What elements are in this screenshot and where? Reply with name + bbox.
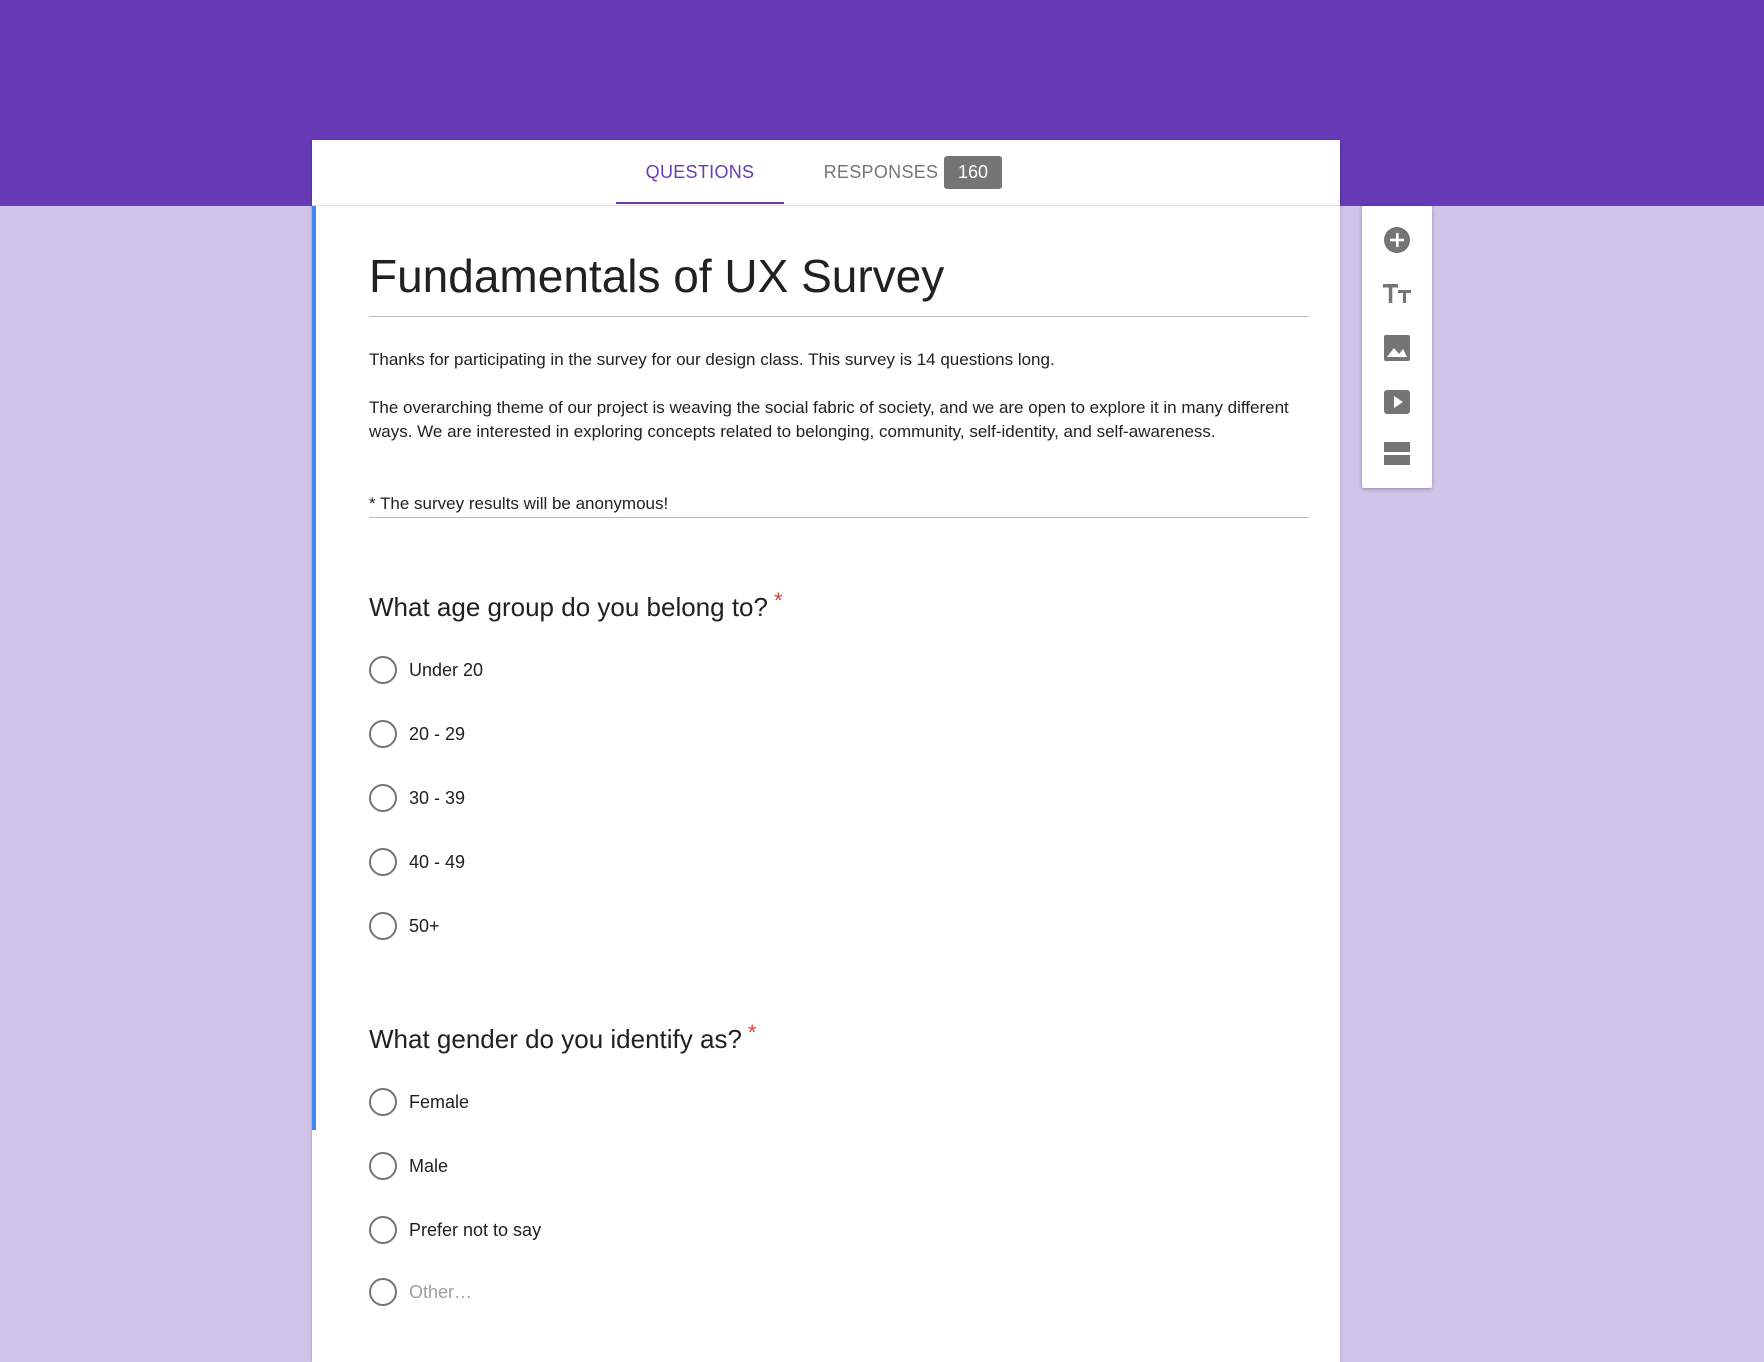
radio-button[interactable] [369, 912, 397, 940]
add-question-icon [1384, 227, 1410, 253]
tab-questions-label: QUESTIONS [645, 162, 755, 182]
add-image-icon [1384, 335, 1410, 361]
other-option-placeholder[interactable]: Other… [409, 1281, 472, 1303]
form-description-note[interactable]: * The survey results will be anonymous! [369, 492, 1309, 516]
question-text: What age group do you belong to? [369, 592, 768, 622]
radio-button[interactable] [369, 656, 397, 684]
add-title-icon [1383, 284, 1411, 303]
radio-button[interactable] [369, 1152, 397, 1180]
radio-button[interactable] [369, 720, 397, 748]
question-text: What gender do you identify as? [369, 1024, 742, 1054]
add-section-icon [1384, 442, 1410, 465]
tab-active-indicator [616, 202, 784, 204]
radio-button[interactable] [369, 1088, 397, 1116]
form-toolbar [1362, 206, 1432, 488]
option-label: 20 - 29 [409, 724, 466, 744]
add-title-button[interactable] [1377, 274, 1417, 314]
option-label: 30 - 39 [409, 788, 466, 808]
required-asterisk: * [747, 1020, 757, 1045]
radio-button[interactable] [369, 848, 397, 876]
add-image-button[interactable] [1377, 328, 1417, 368]
responses-count-badge: 160 [944, 156, 1002, 189]
option-label: 50+ [409, 916, 440, 936]
add-section-button[interactable] [1377, 434, 1417, 474]
question-title[interactable]: What age group do you belong to? * [369, 588, 783, 626]
radio-button[interactable] [369, 1278, 397, 1306]
form-description-theme[interactable]: The overarching theme of our project is … [369, 396, 1309, 444]
add-video-button[interactable] [1377, 382, 1417, 422]
option-label: Prefer not to say [409, 1220, 542, 1240]
tab-responses-label: RESPONSES [823, 162, 939, 182]
radio-button[interactable] [369, 1216, 397, 1244]
tab-bar: QUESTIONS RESPONSES 160 [312, 140, 1340, 206]
form-description-intro[interactable]: Thanks for participating in the survey f… [369, 348, 1309, 372]
title-underline [369, 316, 1309, 317]
add-video-icon [1384, 390, 1410, 414]
required-asterisk: * [773, 588, 783, 613]
add-question-button[interactable] [1377, 220, 1417, 260]
tab-responses[interactable]: RESPONSES [816, 140, 946, 205]
active-section-indicator [312, 206, 316, 1130]
question-title[interactable]: What gender do you identify as? * [369, 1020, 757, 1058]
option-label: Under 20 [409, 660, 484, 680]
form-card: QUESTIONS RESPONSES 160 Fundamentals of … [312, 140, 1340, 1362]
description-underline [369, 517, 1309, 518]
form-title[interactable]: Fundamentals of UX Survey [369, 248, 1309, 304]
option-label: 40 - 49 [409, 852, 466, 872]
option-label: Male [409, 1156, 449, 1176]
tab-questions[interactable]: QUESTIONS [616, 140, 784, 205]
option-label: Female [409, 1092, 470, 1112]
radio-button[interactable] [369, 784, 397, 812]
